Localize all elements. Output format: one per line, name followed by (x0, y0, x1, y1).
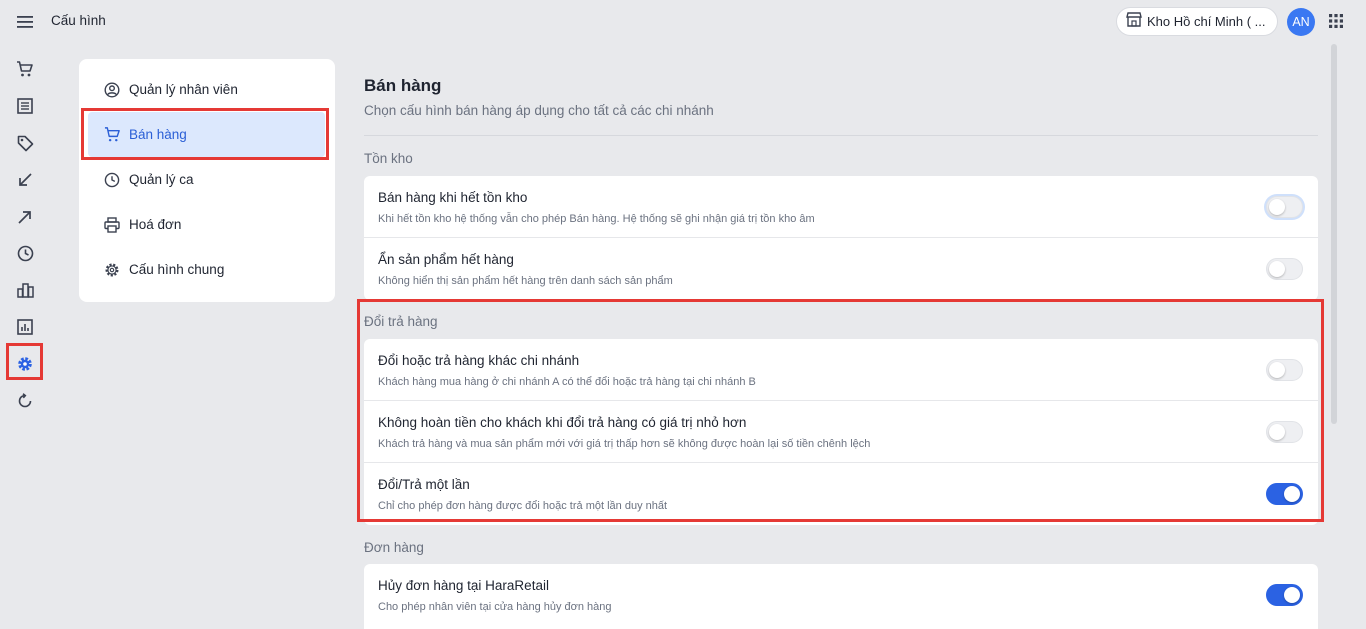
printer-icon (103, 216, 121, 234)
nav-item-shifts[interactable]: Quản lý ca (79, 157, 335, 202)
store-selector[interactable]: Kho Hồ chí Minh ( ... (1116, 7, 1278, 36)
setting-description: Khi hết tồn kho hệ thống vẫn cho phép Bá… (378, 213, 815, 225)
user-circle-icon (103, 81, 121, 99)
setting-row: Ẩn sản phẩm hết hàng Không hiển thị sản … (364, 238, 1318, 300)
avatar[interactable]: AN (1287, 8, 1315, 36)
report-icon[interactable] (13, 315, 37, 339)
setting-row: Bán hàng khi hết tồn kho Khi hết tồn kho… (364, 176, 1318, 238)
setting-description: Cho phép nhân viên tại cửa hàng hủy đơn … (378, 601, 612, 613)
setting-title: Hủy đơn hàng tại HaraRetail (378, 578, 549, 593)
apps-grid-icon[interactable] (1329, 14, 1345, 30)
cart-icon[interactable] (13, 57, 37, 81)
buildings-icon[interactable] (13, 278, 37, 302)
hide-out-of-stock-toggle[interactable] (1266, 258, 1303, 280)
orders-settings-card: Hủy đơn hàng tại HaraRetail Cho phép nhâ… (364, 564, 1318, 629)
nav-item-label: Quản lý ca (129, 172, 194, 187)
cancel-order-toggle[interactable] (1266, 584, 1303, 606)
inventory-settings-card: Bán hàng khi hết tồn kho Khi hết tồn kho… (364, 176, 1318, 300)
tag-icon[interactable] (13, 131, 37, 155)
store-icon (1126, 11, 1142, 32)
returns-highlight-box (357, 299, 1324, 522)
arrow-down-left-icon[interactable] (13, 168, 37, 192)
content-subtitle: Chọn cấu hình bán hàng áp dụng cho tất c… (364, 103, 714, 118)
page-title: Cấu hình (51, 13, 106, 28)
nav-item-label: Hoá đơn (129, 217, 182, 232)
arrow-up-right-icon[interactable] (13, 205, 37, 229)
sales-nav-highlight-box (81, 108, 329, 160)
nav-item-staff[interactable]: Quản lý nhân viên (79, 67, 335, 112)
settings-nav: Quản lý nhân viên Bán hàng Quản lý ca Ho… (79, 59, 335, 302)
clock-icon[interactable] (13, 241, 37, 265)
nav-item-label: Cấu hình chung (129, 262, 225, 277)
clock-icon (103, 171, 121, 189)
section-title-inventory: Tồn kho (364, 151, 413, 166)
list-icon[interactable] (13, 94, 37, 118)
nav-item-general[interactable]: Cấu hình chung (79, 247, 335, 292)
settings-highlight-box (6, 343, 43, 380)
setting-title: Bán hàng khi hết tồn kho (378, 190, 528, 205)
content-title: Bán hàng (364, 76, 442, 95)
nav-item-invoice[interactable]: Hoá đơn (79, 202, 335, 247)
top-bar: Cấu hình Kho Hồ chí Minh ( ... AN (0, 0, 1366, 44)
hamburger-menu-icon[interactable] (14, 12, 36, 32)
setting-title: Ẩn sản phẩm hết hàng (378, 252, 514, 267)
scrollbar[interactable] (1331, 44, 1337, 424)
setting-description: Không hiển thị sản phẩm hết hàng trên da… (378, 275, 673, 287)
divider (364, 135, 1318, 136)
store-name: Kho Hồ chí Minh ( ... (1147, 14, 1266, 29)
nav-item-label: Quản lý nhân viên (129, 82, 238, 97)
refresh-icon[interactable] (13, 389, 37, 413)
gear-icon (103, 261, 121, 279)
setting-row: Hủy đơn hàng tại HaraRetail Cho phép nhâ… (364, 564, 1318, 626)
section-title-orders: Đơn hàng (364, 540, 424, 555)
sell-out-of-stock-toggle[interactable] (1266, 196, 1303, 218)
